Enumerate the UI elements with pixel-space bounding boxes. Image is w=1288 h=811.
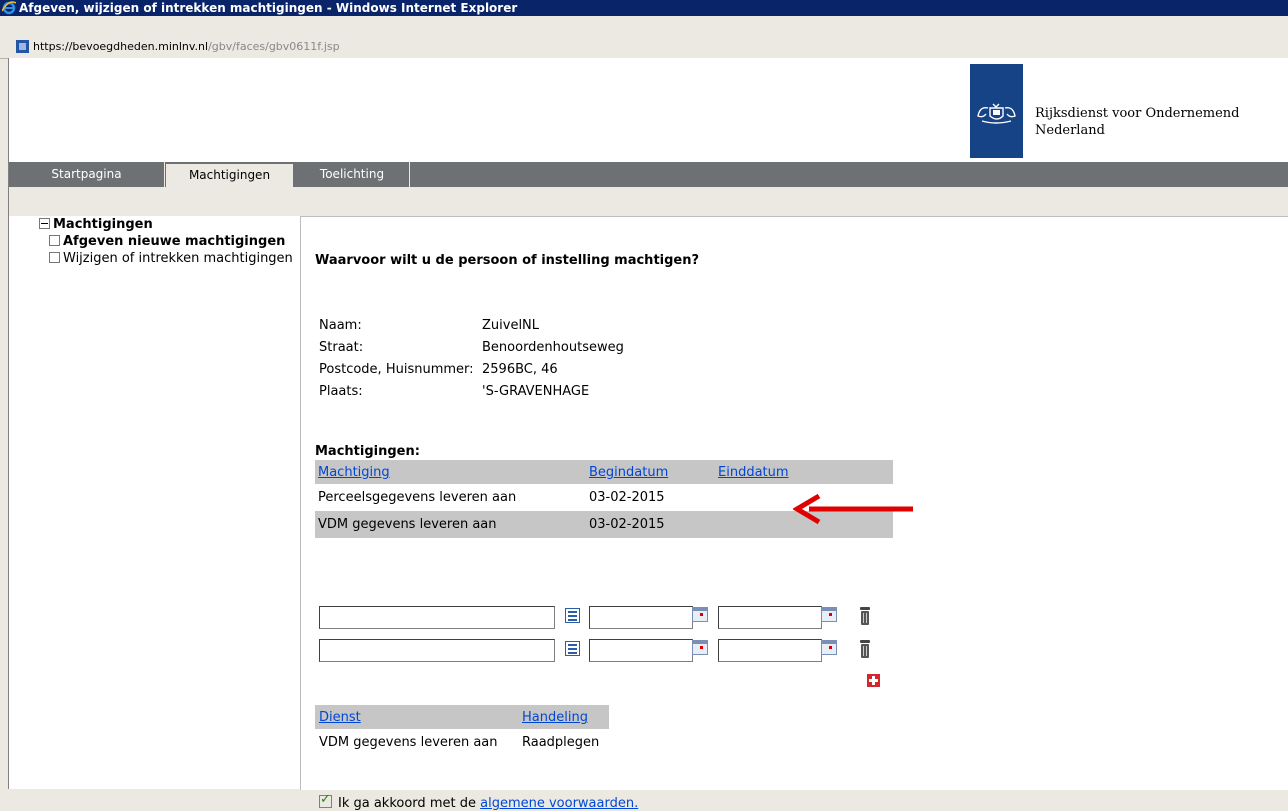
calendar-icon[interactable] <box>692 607 708 622</box>
machtigingen-heading: Machtigingen: <box>315 444 420 459</box>
info-value: Benoordenhoutseweg <box>482 340 624 355</box>
einddatum-input[interactable] <box>718 639 822 662</box>
sort-einddatum-link[interactable]: Einddatum <box>718 465 789 480</box>
info-value: ZuivelNL <box>482 318 540 333</box>
add-row-icon[interactable] <box>867 674 880 687</box>
ie-logo-icon <box>2 1 16 15</box>
table-header: Machtiging Begindatum Einddatum <box>315 460 893 484</box>
info-value: 'S-GRAVENHAGE <box>482 384 590 399</box>
calendar-icon[interactable] <box>821 640 837 655</box>
info-row-straat: Straat: Benoordenhoutseweg <box>319 337 624 359</box>
annotation-arrow-icon <box>793 493 913 525</box>
collapse-icon[interactable] <box>39 218 50 229</box>
dienst-table: Dienst Handeling VDM gegevens leveren aa… <box>315 705 609 755</box>
cell-machtiging: VDM gegevens leveren aan <box>318 517 497 532</box>
terms-agreement: Ik ga akkoord met de algemene voorwaarde… <box>319 792 638 811</box>
sort-dienst-link[interactable]: Dienst <box>319 710 361 725</box>
cell-handeling: Raadplegen <box>522 735 600 750</box>
main-navigation: Startpagina Machtigingen Toelichting <box>9 162 1288 187</box>
sidebar-item-label: Wijzigen of intrekken machtigingen <box>63 251 293 266</box>
url-path: /gbv/faces/gbv0611f.jsp <box>208 40 340 53</box>
info-value: 2596BC, 46 <box>482 362 558 377</box>
trash-icon[interactable] <box>859 606 871 626</box>
table-header: Dienst Handeling <box>315 705 609 729</box>
machtiging-input[interactable] <box>319 639 555 662</box>
address-url[interactable]: https://bevoegdheden.minlnv.nl/gbv/faces… <box>33 36 340 58</box>
sidebar-item-label: Afgeven nieuwe machtigingen <box>63 234 286 249</box>
machtiging-input[interactable] <box>319 606 555 629</box>
sidebar-tree: Machtigingen Afgeven nieuwe machtigingen… <box>39 216 293 267</box>
site-header: Rijksdienst voor Ondernemend Nederland <box>9 58 1288 162</box>
info-row-naam: Naam: ZuivelNL <box>319 315 624 337</box>
sort-begindatum-link[interactable]: Begindatum <box>589 465 668 480</box>
terms-link[interactable]: algemene voorwaarden. <box>480 796 638 811</box>
agree-text: Ik ga akkoord met de <box>338 796 476 811</box>
url-host: https://bevoegdheden.minlnv.nl <box>33 40 209 53</box>
cell-dienst: VDM gegevens leveren aan <box>319 735 498 750</box>
cell-machtiging: Perceelsgegevens leveren aan <box>318 490 517 505</box>
window-title: Afgeven, wijzigen of intrekken machtigin… <box>19 1 518 15</box>
org-name-line1: Rijksdienst voor Ondernemend <box>1035 106 1240 121</box>
tab-machtigingen[interactable]: Machtigingen <box>166 164 293 187</box>
site-favicon-icon <box>16 40 29 53</box>
tree-root-label: Machtigingen <box>53 217 153 232</box>
list-select-icon[interactable] <box>565 641 580 656</box>
web-page: Rijksdienst voor Ondernemend Nederland S… <box>8 58 1288 811</box>
rvo-logo <box>970 64 1023 158</box>
begindatum-input[interactable] <box>589 606 693 629</box>
sidebar: Machtigingen Afgeven nieuwe machtigingen… <box>9 216 299 789</box>
trash-icon[interactable] <box>859 639 871 659</box>
cell-begindatum: 03-02-2015 <box>589 490 665 505</box>
calendar-icon[interactable] <box>692 640 708 655</box>
coat-of-arms-icon <box>977 103 1016 124</box>
info-row-postcode: Postcode, Huisnummer: 2596BC, 46 <box>319 359 624 381</box>
info-label: Plaats: <box>319 384 363 399</box>
tree-root-machtigingen[interactable]: Machtigingen <box>39 216 293 233</box>
new-machtiging-row <box>315 639 875 662</box>
window-titlebar: Afgeven, wijzigen of intrekken machtigin… <box>0 0 1288 16</box>
organization-name: Rijksdienst voor Ondernemend Nederland <box>1035 105 1239 139</box>
tab-startpagina[interactable]: Startpagina <box>9 162 165 187</box>
sidebar-item-wijzigen[interactable]: Wijzigen of intrekken machtigingen <box>39 250 293 267</box>
sort-machtiging-link[interactable]: Machtiging <box>318 465 390 480</box>
einddatum-input[interactable] <box>718 606 822 629</box>
calendar-icon[interactable] <box>821 607 837 622</box>
new-machtiging-row <box>315 606 875 629</box>
info-row-plaats: Plaats: 'S-GRAVENHAGE <box>319 381 624 403</box>
cell-begindatum: 03-02-2015 <box>589 517 665 532</box>
begindatum-input[interactable] <box>589 639 693 662</box>
info-label: Naam: <box>319 318 362 333</box>
list-select-icon[interactable] <box>565 608 580 623</box>
sort-handeling-link[interactable]: Handeling <box>522 710 588 725</box>
org-name-line2: Nederland <box>1035 123 1105 138</box>
organization-info: Naam: ZuivelNL Straat: Benoordenhoutseweg … <box>319 315 624 403</box>
info-label: Postcode, Huisnummer: <box>319 362 474 377</box>
address-bar[interactable]: https://bevoegdheden.minlnv.nl/gbv/faces… <box>0 36 1288 59</box>
tab-toelichting[interactable]: Toelichting <box>295 162 410 187</box>
subnav-strip <box>9 187 1288 216</box>
tree-leaf-icon <box>49 252 60 263</box>
table-row: VDM gegevens leveren aan Raadplegen <box>315 729 609 755</box>
page-question: Waarvoor wilt u de persoon of instelling… <box>315 253 700 268</box>
agree-checkbox[interactable] <box>319 792 332 808</box>
sidebar-item-afgeven[interactable]: Afgeven nieuwe machtigingen <box>39 233 293 250</box>
info-label: Straat: <box>319 340 364 355</box>
tree-leaf-icon <box>49 235 60 246</box>
